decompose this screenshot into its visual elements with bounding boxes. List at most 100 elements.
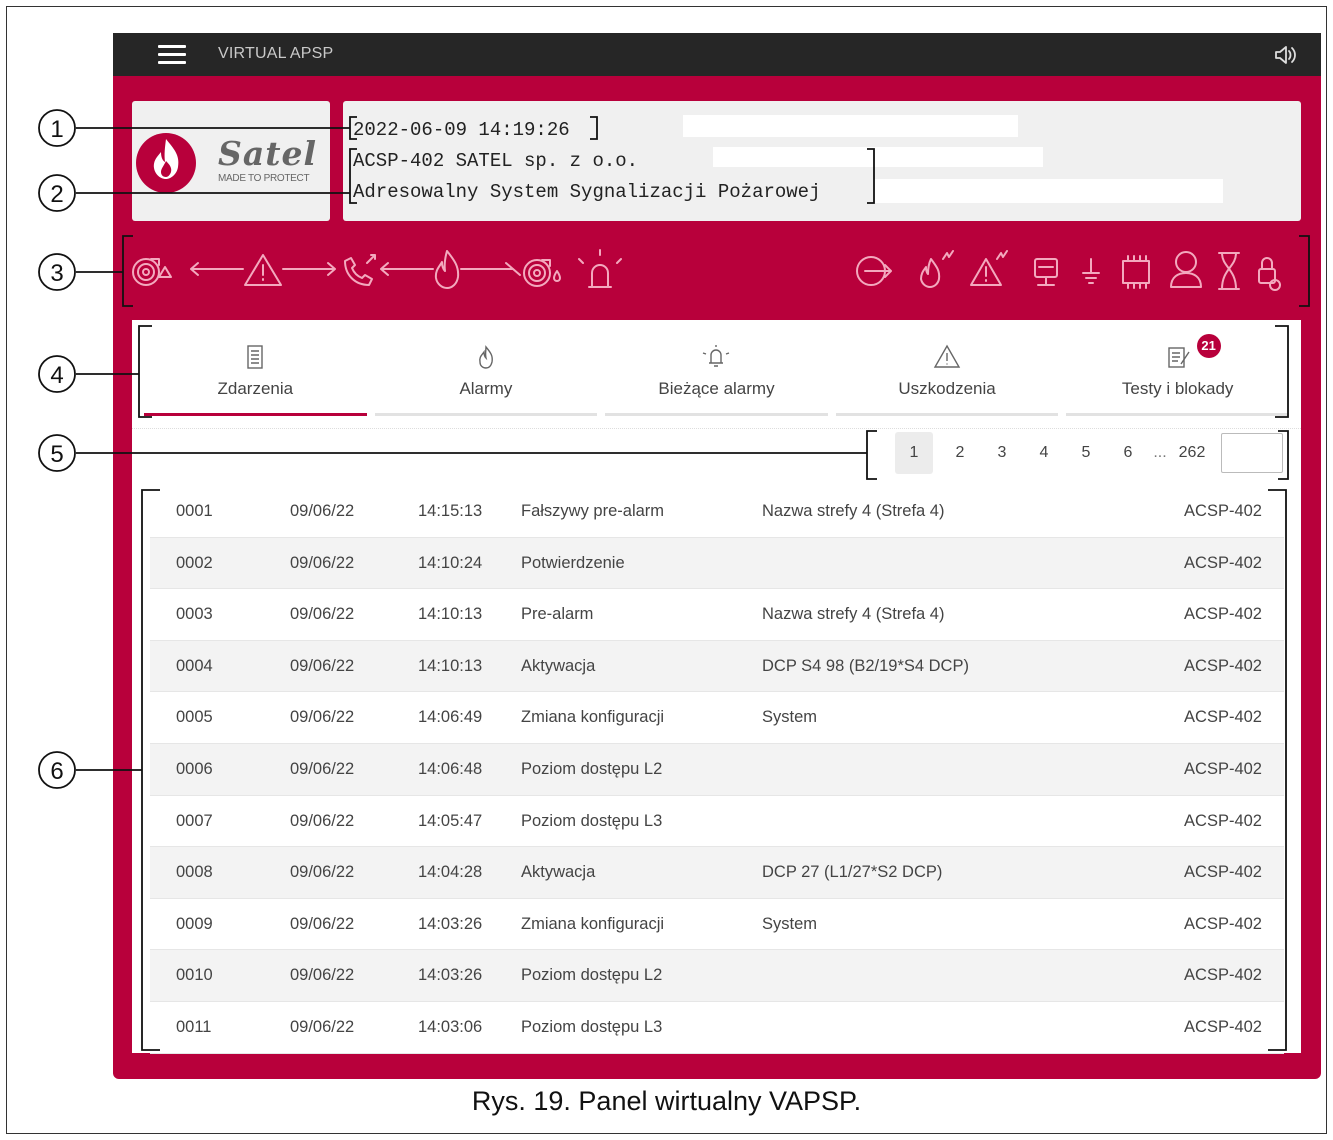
event-device: ACSP-402 xyxy=(1184,811,1262,830)
tab-zdarzenia[interactable]: Zdarzenia xyxy=(140,320,371,420)
tests-count-badge: 21 xyxy=(1196,334,1221,358)
event-time: 14:03:26 xyxy=(418,914,483,933)
blurred-area xyxy=(873,179,1223,203)
figure-caption: Rys. 19. Panel wirtualny VAPSP. xyxy=(471,1086,862,1116)
pagination: 1 2 3 4 5 6 ... 262 xyxy=(895,432,1283,474)
event-source: System xyxy=(762,914,818,933)
arrow-left-icon xyxy=(380,262,434,276)
system-name: Adresowalny System Sygnalizacji Pożarowe… xyxy=(353,181,821,203)
arrow-left-icon xyxy=(190,262,244,276)
tab-bar: Zdarzenia Alarmy Bieżące alarmy Uszkodze… xyxy=(132,320,1301,420)
earth-ground-icon xyxy=(1082,258,1100,284)
table-row[interactable]: 0004 09/06/22 14:10:13 Aktywacja DCP S4 98 (… xyxy=(150,640,1284,693)
warning-icon xyxy=(933,344,961,368)
flame-icon xyxy=(478,345,493,369)
tab-uszkodzenia[interactable]: Uszkodzenia xyxy=(832,320,1063,420)
event-device: ACSP-402 xyxy=(1184,1017,1262,1036)
event-number: 0008 xyxy=(176,863,213,882)
menu-icon[interactable] xyxy=(158,45,186,65)
page-number-input[interactable] xyxy=(1221,433,1283,473)
event-type: Poziom dostępu L3 xyxy=(521,811,663,830)
page-3-button[interactable]: 3 xyxy=(981,432,1023,474)
event-time: 14:05:47 xyxy=(418,811,483,830)
event-date: 09/06/22 xyxy=(290,605,355,624)
tab-biezace-alarmy[interactable]: Bieżące alarmy xyxy=(601,320,832,420)
tab-alarmy[interactable]: Alarmy xyxy=(371,320,602,420)
fire-protection-device-icon xyxy=(523,259,561,287)
table-row[interactable]: 0007 09/06/22 14:05:47 Poziom dostępu L3 ACS… xyxy=(150,796,1284,848)
event-time: 14:10:13 xyxy=(418,656,483,675)
alarm-bell-icon xyxy=(703,345,730,367)
event-type: Pre-alarm xyxy=(521,605,594,624)
main-panel: Zdarzenia Alarmy Bieżące alarmy Uszkodze… xyxy=(132,320,1301,1054)
event-source: Nazwa strefy 4 (Strefa 4) xyxy=(762,502,945,520)
tab-testy-i-blokady[interactable]: 21 Testy i blokady xyxy=(1062,320,1293,420)
event-date: 09/06/22 xyxy=(290,656,355,675)
arrow-right-icon xyxy=(282,262,336,276)
phone-transmission-icon xyxy=(344,254,376,286)
blurred-area xyxy=(683,115,1018,137)
siren-icon xyxy=(578,249,622,288)
event-device: ACSP-402 xyxy=(1184,914,1262,933)
table-row[interactable]: 0006 09/06/22 14:06:48 Poziom dostępu L2 ACS… xyxy=(150,743,1284,796)
table-row[interactable]: 0011 09/06/22 14:03:06 Poziom dostępu L3 ACS… xyxy=(150,1002,1284,1054)
event-date: 09/06/22 xyxy=(290,811,355,830)
event-type: Potwierdzenie xyxy=(521,553,625,572)
event-log-icon xyxy=(247,345,263,369)
table-row[interactable]: 0003 09/06/22 14:10:13 Pre-alarm Nazwa stref… xyxy=(150,589,1284,641)
virtual-panel-window: VIRTUAL APSP Satel MADE TO PROTECT 2022-… xyxy=(113,33,1321,1079)
table-row[interactable]: 0008 09/06/22 14:04:28 Aktywacja DCP 27 (L1/… xyxy=(150,847,1284,899)
pagination-ellipsis: ... xyxy=(1153,444,1167,461)
event-time: 14:10:13 xyxy=(418,605,483,624)
fire-fault-icon xyxy=(920,250,954,288)
event-device: ACSP-402 xyxy=(1184,759,1262,778)
tab-label: Alarmy xyxy=(459,379,513,398)
flame-icon xyxy=(434,250,460,289)
page-4-button[interactable]: 4 xyxy=(1023,432,1065,474)
tab-label: Uszkodzenia xyxy=(898,379,996,398)
event-type: Fałszywy pre-alarm xyxy=(521,502,665,520)
event-date: 09/06/22 xyxy=(290,1017,355,1036)
tab-label: Testy i blokady xyxy=(1121,379,1234,398)
event-type: Poziom dostępu L3 xyxy=(521,1017,663,1036)
event-source: Nazwa strefy 4 (Strefa 4) xyxy=(762,605,945,624)
event-number: 0009 xyxy=(176,914,213,933)
page-1-button[interactable]: 1 xyxy=(895,432,933,474)
table-row[interactable]: 0009 09/06/22 14:03:26 Zmiana konfiguracji S… xyxy=(150,899,1284,951)
event-source: System xyxy=(762,708,818,727)
event-number: 0007 xyxy=(176,811,213,830)
event-device: ACSP-402 xyxy=(1184,553,1262,572)
event-date: 09/06/22 xyxy=(290,708,355,727)
brand-logo: Satel MADE TO PROTECT xyxy=(132,101,330,221)
fire-alarm-device-icon xyxy=(132,258,172,286)
speaker-icon[interactable] xyxy=(1273,43,1299,67)
event-device: ACSP-402 xyxy=(1184,863,1262,882)
page-last-button[interactable]: 262 xyxy=(1171,432,1213,474)
user-icon xyxy=(1170,251,1202,288)
event-time: 14:06:49 xyxy=(418,708,483,727)
app-title: VIRTUAL APSP xyxy=(218,45,334,62)
table-row[interactable]: 0005 09/06/22 14:06:49 Zmiana konfiguracji S… xyxy=(150,692,1284,744)
event-type: Poziom dostępu L2 xyxy=(521,759,663,778)
table-row[interactable]: 0010 09/06/22 14:03:26 Poziom dostępu L2 ACS… xyxy=(150,950,1284,1002)
table-row[interactable]: 0001 09/06/22 14:15:13 Fałszywy pre-alarm Na… xyxy=(150,486,1284,538)
page-2-button[interactable]: 2 xyxy=(939,432,981,474)
panel-name: ACSP-402 SATEL sp. z o.o. xyxy=(353,150,639,172)
event-type: Aktywacja xyxy=(521,863,596,882)
page-5-button[interactable]: 5 xyxy=(1065,432,1107,474)
event-date: 09/06/22 xyxy=(290,502,355,520)
event-time: 14:03:06 xyxy=(418,1017,483,1036)
event-number: 0011 xyxy=(176,1017,212,1036)
lock-icon xyxy=(1258,257,1281,291)
table-row[interactable]: 0002 09/06/22 14:10:24 Potwierdzenie ACSP-40… xyxy=(150,537,1284,590)
tab-label: Zdarzenia xyxy=(217,379,294,398)
page-6-button[interactable]: 6 xyxy=(1107,432,1149,474)
event-number: 0005 xyxy=(176,708,213,727)
event-device: ACSP-402 xyxy=(1184,605,1262,624)
tab-underline xyxy=(835,413,1059,416)
event-number: 0004 xyxy=(176,656,213,675)
brand-tagline: MADE TO PROTECT xyxy=(218,173,310,184)
event-list: 0001 09/06/22 14:15:13 Fałszywy pre-alarm Na… xyxy=(150,486,1284,1054)
event-time: 14:15:13 xyxy=(418,502,483,520)
event-date: 09/06/22 xyxy=(290,966,355,985)
